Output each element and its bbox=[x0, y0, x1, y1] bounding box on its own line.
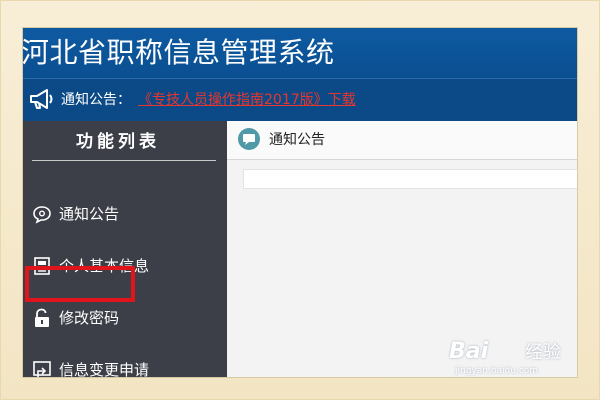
sidebar-item-info-change-request[interactable]: 信息变更申请 bbox=[23, 350, 227, 377]
sidebar-item-notices[interactable]: 通知公告 bbox=[23, 194, 227, 234]
notice-label: 通知公告： bbox=[61, 92, 131, 108]
baidu-watermark: Bai 经验 jingyan.baidu.com bbox=[449, 337, 569, 377]
chat-bubble-icon bbox=[33, 206, 51, 224]
sidebar: 功能列表 通知公告 个人基本信息 修改密码 信息变更申请 bbox=[23, 121, 227, 377]
app-screen: 河北省职称信息管理系统 通知公告： 《专技人员操作指南2017版》下载 功能列表 bbox=[23, 28, 577, 377]
panel-title: 通知公告 bbox=[269, 132, 325, 148]
change-request-icon bbox=[33, 361, 51, 377]
notice-download-link[interactable]: 《专技人员操作指南2017版》下载 bbox=[138, 90, 356, 110]
watermark-url: jingyan.baidu.com bbox=[455, 366, 539, 376]
sidebar-item-change-password[interactable]: 修改密码 bbox=[23, 298, 227, 338]
watermark-suffix: 经验 bbox=[525, 342, 561, 363]
panel-header: 通知公告 bbox=[227, 121, 577, 160]
monitor-chat-icon bbox=[238, 128, 260, 150]
system-title: 河北省职称信息管理系统 bbox=[23, 36, 335, 69]
sidebar-divider bbox=[32, 160, 216, 161]
sidebar-item-label: 修改密码 bbox=[59, 309, 120, 327]
watermark-brand: Bai bbox=[449, 339, 489, 364]
unlock-icon bbox=[35, 308, 49, 327]
top-header: 河北省职称信息管理系统 通知公告： 《专技人员操作指南2017版》下载 bbox=[23, 28, 577, 122]
sidebar-item-label: 通知公告 bbox=[59, 205, 120, 223]
photo-frame: 河北省职称信息管理系统 通知公告： 《专技人员操作指南2017版》下载 功能列表 bbox=[0, 0, 600, 400]
sidebar-item-label: 信息变更申请 bbox=[59, 361, 150, 377]
notice-list-area bbox=[243, 169, 577, 189]
sidebar-title: 功能列表 bbox=[76, 132, 160, 152]
megaphone-icon bbox=[30, 89, 53, 109]
title-bar: 河北省职称信息管理系统 bbox=[23, 28, 577, 78]
notice-bar: 通知公告： 《专技人员操作指南2017版》下载 bbox=[23, 78, 577, 122]
highlight-box bbox=[25, 266, 135, 302]
